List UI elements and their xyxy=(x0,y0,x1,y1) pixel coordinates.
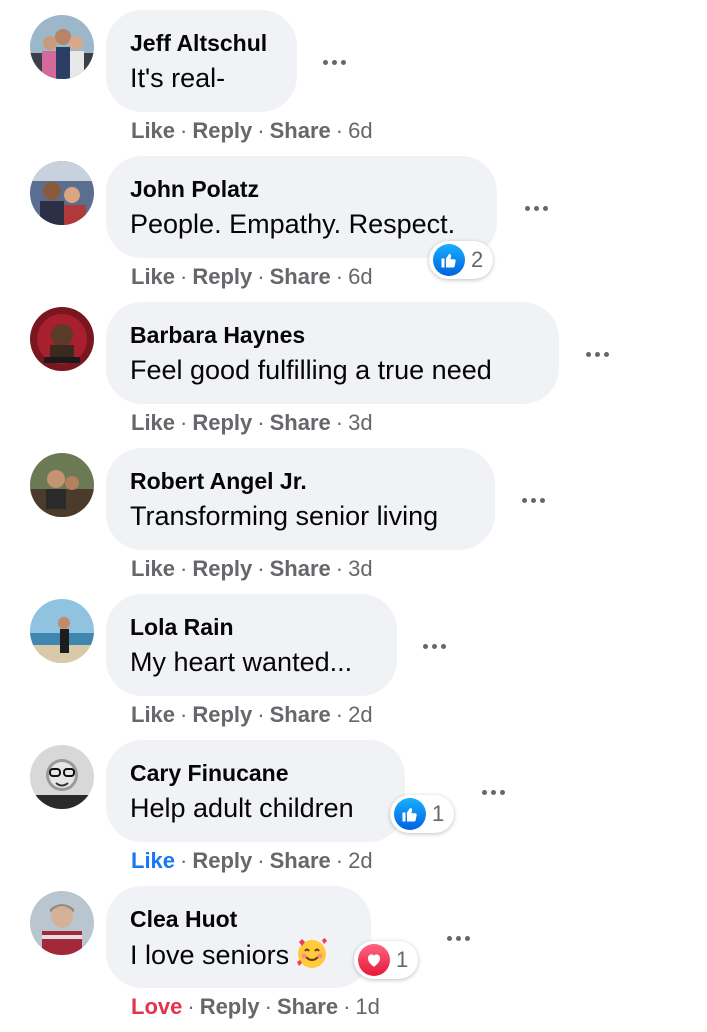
comment-actions: Like · Reply · Share · 3d xyxy=(131,556,373,581)
comment: Clea Huot I love seniors 1 Love · Reply · Sh… xyxy=(0,886,707,1032)
comment-author[interactable]: Robert Angel Jr. xyxy=(130,466,471,496)
comment-actions: Like · Reply · Share · 2d xyxy=(131,702,373,727)
avatar[interactable] xyxy=(30,307,94,371)
love-icon xyxy=(358,944,390,976)
comment-text: Help adult children xyxy=(130,793,354,823)
like-button[interactable]: Like xyxy=(131,118,175,143)
comment-bubble: Lola Rain My heart wanted... xyxy=(106,594,397,696)
comment: Jeff Altschul It's real- Like · Reply · Shar… xyxy=(0,10,707,156)
reply-button[interactable]: Reply xyxy=(192,118,252,143)
comment-age[interactable]: 1d xyxy=(355,994,379,1019)
comment-text: Feel good fulfilling a true need xyxy=(130,355,492,385)
reaction-count[interactable]: 2 xyxy=(429,241,494,279)
comment-text: It's real- xyxy=(130,63,226,93)
comment-author[interactable]: Cary Finucane xyxy=(130,758,381,788)
comment-text: My heart wanted... xyxy=(130,647,353,677)
more-options-icon[interactable] xyxy=(513,488,553,512)
reaction-count-label: 2 xyxy=(471,247,484,272)
avatar[interactable] xyxy=(30,891,94,955)
reaction-count-label: 1 xyxy=(396,947,409,972)
more-options-icon[interactable] xyxy=(414,634,454,658)
share-button[interactable]: Share xyxy=(270,848,331,873)
comment-bubble: Robert Angel Jr. Transforming senior liv… xyxy=(106,448,495,550)
more-options-icon[interactable] xyxy=(577,342,617,366)
reply-button[interactable]: Reply xyxy=(192,410,252,435)
avatar[interactable] xyxy=(30,15,94,79)
reply-button[interactable]: Reply xyxy=(192,702,252,727)
avatar[interactable] xyxy=(30,453,94,517)
avatar[interactable] xyxy=(30,745,94,809)
comment-bubble: Barbara Haynes Feel good fulfilling a tr… xyxy=(106,302,559,404)
comment: Cary Finucane Help adult children 1 Like… xyxy=(0,740,707,886)
comment: Barbara Haynes Feel good fulfilling a tr… xyxy=(0,302,707,448)
like-button[interactable]: Like xyxy=(131,848,175,873)
share-button[interactable]: Share xyxy=(270,118,331,143)
like-button[interactable]: Like xyxy=(131,702,175,727)
like-button[interactable]: Like xyxy=(131,264,175,289)
like-button[interactable]: Like xyxy=(131,556,175,581)
avatar[interactable] xyxy=(30,161,94,225)
comment-actions: Like · Reply · Share · 6d xyxy=(131,118,373,143)
more-options-icon[interactable] xyxy=(438,926,478,950)
more-options-icon[interactable] xyxy=(516,196,556,220)
smiling-face-with-hearts-icon xyxy=(295,936,329,979)
reply-button[interactable]: Reply xyxy=(192,848,252,873)
more-options-icon[interactable] xyxy=(473,780,513,804)
comment: John Polatz People. Empathy. Respect. 2 … xyxy=(0,156,707,302)
comment-author[interactable]: Barbara Haynes xyxy=(130,320,535,350)
comment-text: Transforming senior living xyxy=(130,501,439,531)
comment-age[interactable]: 3d xyxy=(348,556,372,581)
share-button[interactable]: Share xyxy=(277,994,338,1019)
more-options-icon[interactable] xyxy=(314,50,354,74)
comment-bubble: Jeff Altschul It's real- xyxy=(106,10,297,112)
comment-age[interactable]: 3d xyxy=(348,410,372,435)
comment-age[interactable]: 2d xyxy=(348,702,372,727)
comment-actions: Love · Reply · Share · 1d xyxy=(131,994,380,1019)
reply-button[interactable]: Reply xyxy=(192,556,252,581)
comment-age[interactable]: 6d xyxy=(348,118,372,143)
comment: Lola Rain My heart wanted... Like · Reply ·… xyxy=(0,594,707,740)
comment-bubble: Cary Finucane Help adult children xyxy=(106,740,405,842)
share-button[interactable]: Share xyxy=(270,702,331,727)
comment-actions: Like · Reply · Share · 3d xyxy=(131,410,373,435)
comment-author[interactable]: Jeff Altschul xyxy=(130,28,273,58)
comment-actions: Like · Reply · Share · 2d xyxy=(131,848,373,873)
avatar[interactable] xyxy=(30,599,94,663)
share-button[interactable]: Share xyxy=(270,410,331,435)
share-button[interactable]: Share xyxy=(270,556,331,581)
comment-author[interactable]: Lola Rain xyxy=(130,612,373,642)
comment-age[interactable]: 2d xyxy=(348,848,372,873)
comment-text: I love seniors xyxy=(130,936,347,979)
comment-text: People. Empathy. Respect. xyxy=(130,209,456,239)
reply-button[interactable]: Reply xyxy=(200,994,260,1019)
like-icon xyxy=(433,244,465,276)
reaction-count[interactable]: 1 xyxy=(354,941,419,979)
reaction-count[interactable]: 1 xyxy=(390,795,455,833)
reply-button[interactable]: Reply xyxy=(192,264,252,289)
comment-bubble: Clea Huot I love seniors xyxy=(106,886,371,988)
comment: Robert Angel Jr. Transforming senior liv… xyxy=(0,448,707,594)
comment-author[interactable]: John Polatz xyxy=(130,174,473,204)
comment-age[interactable]: 6d xyxy=(348,264,372,289)
like-button[interactable]: Like xyxy=(131,410,175,435)
comment-author[interactable]: Clea Huot xyxy=(130,904,347,934)
reaction-count-label: 1 xyxy=(432,801,445,826)
comment-actions: Like · Reply · Share · 6d xyxy=(131,264,373,289)
love-button[interactable]: Love xyxy=(131,994,182,1019)
share-button[interactable]: Share xyxy=(270,264,331,289)
like-icon xyxy=(394,798,426,830)
